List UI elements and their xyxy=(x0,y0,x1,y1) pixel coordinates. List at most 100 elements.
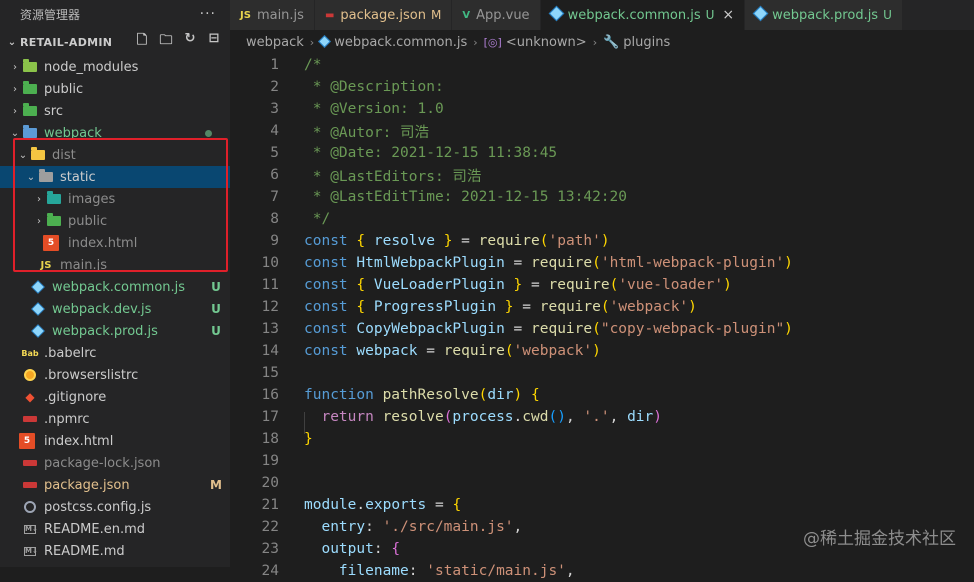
code-line[interactable]: 16 function pathResolve(dir) { xyxy=(230,384,974,406)
line-number: 4 xyxy=(270,123,279,139)
code-token: resolve xyxy=(382,409,444,425)
folder-icon xyxy=(22,125,38,141)
line-number: 12 xyxy=(261,299,279,315)
code-line[interactable]: 14 const webpack = require('webpack') xyxy=(230,340,974,362)
code-line[interactable]: 8 */ xyxy=(230,208,974,230)
chevron-right-icon: › xyxy=(13,83,17,95)
tree-item-dist[interactable]: ⌄ dist xyxy=(0,144,230,166)
code-content: const { ProgressPlugin } = require('webp… xyxy=(304,299,697,315)
code-token: pathResolve xyxy=(382,387,479,403)
code-token: 'path' xyxy=(548,233,601,249)
explorer-actions: 🗋 🗀 ↻ ⊟ xyxy=(134,31,230,53)
tree-item-webpack[interactable]: ⌄ webpack xyxy=(0,122,230,144)
tree-item-readme-md[interactable]: M↓ README.md xyxy=(0,540,230,562)
code-line[interactable]: 6 * @LastEditors: 司浩 xyxy=(230,164,974,186)
code-token: const xyxy=(304,277,357,293)
tree-item-public[interactable]: › public xyxy=(0,78,230,100)
code-token: webpack xyxy=(356,343,418,359)
explorer-title-bar: 资源管理器 ··· xyxy=(0,0,230,28)
folder-icon xyxy=(46,191,62,207)
code-content: * @LastEditTime: 2021-12-15 13:42:20 xyxy=(304,189,627,205)
tree-item-package-json[interactable]: package.json M xyxy=(0,474,230,496)
line-number: 5 xyxy=(270,145,279,161)
new-file-icon[interactable]: 🗋 xyxy=(134,31,150,53)
code-line[interactable]: 4 * @Autor: 司浩 xyxy=(230,120,974,142)
code-line[interactable]: 2 * @Description: xyxy=(230,76,974,98)
code-line[interactable]: 17 return resolve(process.cwd(), '.', di… xyxy=(230,406,974,428)
tab-package-json[interactable]: ▬ package.json M xyxy=(314,0,453,30)
line-number: 2 xyxy=(270,79,279,95)
refresh-icon[interactable]: ↻ xyxy=(182,31,198,53)
code-token: } xyxy=(434,233,462,249)
new-folder-icon[interactable]: 🗀 xyxy=(158,31,174,53)
code-token: = xyxy=(426,497,453,513)
tree-item-label: .babelrc xyxy=(44,345,97,361)
tree-item-gitignore[interactable]: ◆ .gitignore xyxy=(0,386,230,408)
tree-item-browserslistrc[interactable]: .browserslistrc xyxy=(0,364,230,386)
line-number: 23 xyxy=(261,541,279,557)
tree-item-public[interactable]: › public xyxy=(0,210,230,232)
tree-item-babelrc[interactable]: Bab .babelrc xyxy=(0,342,230,364)
code-content: return resolve(process.cwd(), '.', dir) xyxy=(304,409,662,425)
code-token: entry xyxy=(304,519,366,535)
breadcrumb-item-property[interactable]: plugins xyxy=(623,35,670,50)
breadcrumb-item-folder[interactable]: webpack xyxy=(246,35,304,50)
code-content: /* xyxy=(304,57,321,73)
project-header[interactable]: ⌄ RETAIL-ADMIN 🗋 🗀 ↻ ⊟ xyxy=(0,28,230,56)
tree-item-webpack-dev-js[interactable]: webpack.dev.js U xyxy=(0,298,230,320)
chevron-right-icon: › xyxy=(13,61,17,73)
code-token: const xyxy=(304,321,357,337)
tree-item-label: .browserslistrc xyxy=(44,367,139,383)
code-line[interactable]: 24 filename: 'static/main.js', xyxy=(230,560,974,582)
tab-webpack-prod-js[interactable]: webpack.prod.js U xyxy=(745,0,903,30)
tree-item-package-lock-json[interactable]: package-lock.json xyxy=(0,452,230,474)
line-number: 13 xyxy=(261,321,279,337)
tree-item-node-modules[interactable]: › node_modules xyxy=(0,56,230,78)
tab-webpack-common-js[interactable]: webpack.common.js U × xyxy=(540,0,746,30)
code-line[interactable]: 9 const { resolve } = require('path') xyxy=(230,230,974,252)
code-token: require xyxy=(548,277,610,293)
javascript-file-icon: JS xyxy=(40,259,52,271)
code-line[interactable]: 5 * @Date: 2021-12-15 11:38:45 xyxy=(230,142,974,164)
code-token: , xyxy=(565,563,575,579)
tree-item-src[interactable]: › src xyxy=(0,100,230,122)
code-line[interactable]: 7 * @LastEditTime: 2021-12-15 13:42:20 xyxy=(230,186,974,208)
collapse-all-icon[interactable]: ⊟ xyxy=(206,31,222,53)
code-line[interactable]: 21 module.exports = { xyxy=(230,494,974,516)
tree-item-postcss-config-js[interactable]: postcss.config.js xyxy=(0,496,230,518)
tree-item-webpack-common-js[interactable]: webpack.common.js U xyxy=(0,276,230,298)
tree-item-label: index.html xyxy=(44,433,114,449)
breadcrumb-item-file[interactable]: webpack.common.js xyxy=(334,35,467,50)
tree-item-npmrc[interactable]: .npmrc xyxy=(0,408,230,430)
code-editor[interactable]: 1/* 2 * @Description: 3 * @Version: 1.0 4 *… xyxy=(230,54,974,579)
tab-main-js[interactable]: JS main.js xyxy=(230,0,315,30)
code-line[interactable]: 11 const { VueLoaderPlugin } = require('v… xyxy=(230,274,974,296)
line-number: 9 xyxy=(270,233,279,249)
webpack-icon xyxy=(30,301,46,317)
tree-item-index-html[interactable]: 5 index.html xyxy=(0,232,230,254)
tree-item-index-html[interactable]: 5 index.html xyxy=(0,430,230,452)
line-number: 8 xyxy=(270,211,279,227)
code-line[interactable]: 1 /* xyxy=(230,54,974,76)
tree-item-label: public xyxy=(44,81,84,97)
more-actions-icon[interactable]: ··· xyxy=(200,6,216,22)
tree-item-webpack-prod-js[interactable]: webpack.prod.js U xyxy=(0,320,230,342)
webpack-icon xyxy=(30,323,46,339)
tree-item-static[interactable]: ⌄ static xyxy=(0,166,230,188)
code-line[interactable]: 20 xyxy=(230,472,974,494)
code-line[interactable]: 13 const CopyWebpackPlugin = require("cop… xyxy=(230,318,974,340)
tree-item-main-js[interactable]: JS main.js xyxy=(0,254,230,276)
tab-label: App.vue xyxy=(476,7,530,23)
tree-item-readme-en-md[interactable]: M↓ README.en.md xyxy=(0,518,230,540)
breadcrumb-item-symbol[interactable]: <unknown> xyxy=(506,35,587,50)
code-line[interactable]: 12 const { ProgressPlugin } = require('we… xyxy=(230,296,974,318)
code-line[interactable]: 10 const HtmlWebpackPlugin = require('htm… xyxy=(230,252,974,274)
code-line[interactable]: 3 * @Version: 1.0 xyxy=(230,98,974,120)
tree-item-images[interactable]: › images xyxy=(0,188,230,210)
tab-app-vue[interactable]: V App.vue xyxy=(452,0,541,30)
javascript-file-icon: JS xyxy=(240,9,251,21)
close-icon[interactable]: × xyxy=(722,7,734,23)
code-line[interactable]: 18} xyxy=(230,428,974,450)
code-line[interactable]: 19 xyxy=(230,450,974,472)
code-line[interactable]: 15 xyxy=(230,362,974,384)
